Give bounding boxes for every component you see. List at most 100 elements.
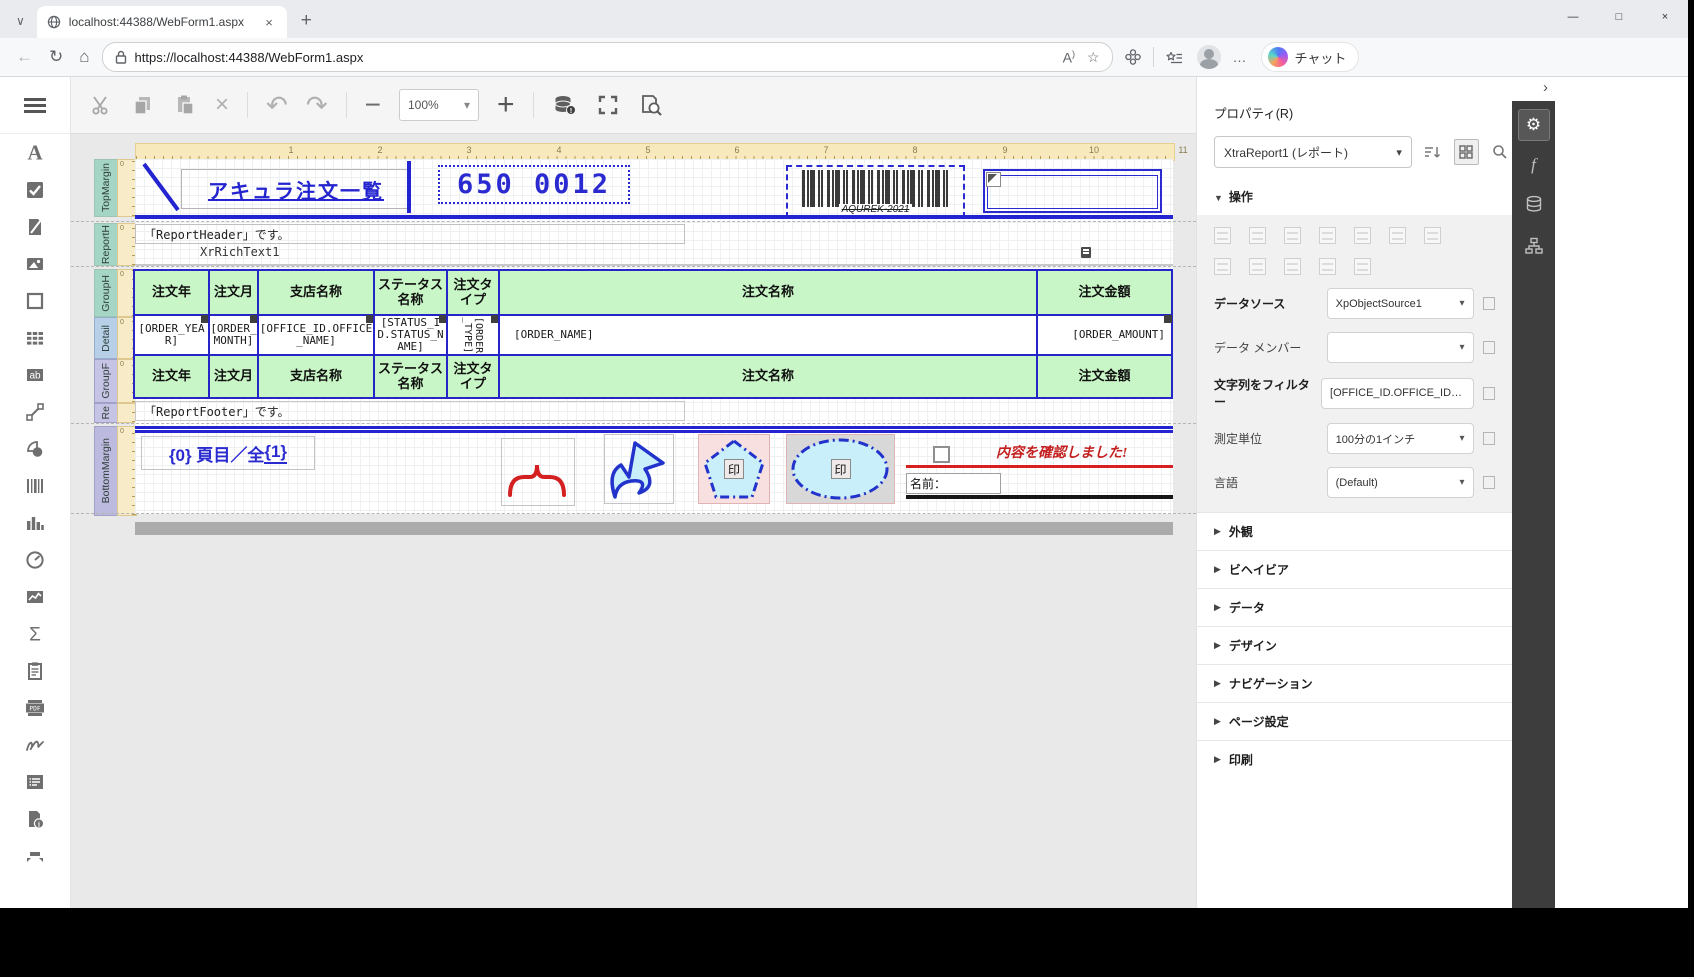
binding-tag-icon[interactable] <box>1164 315 1172 323</box>
toolbox-item-line[interactable] <box>0 393 70 430</box>
property-marker[interactable] <box>1483 432 1496 445</box>
toolbox-item-character-comb[interactable]: ab <box>0 356 70 393</box>
page-info-label[interactable]: {0} 頁目／全 {1} <box>141 436 315 470</box>
toolbox-item-cross-band-line[interactable] <box>0 837 70 874</box>
align-action-icon[interactable] <box>1354 258 1371 275</box>
sort-az-button[interactable] <box>1421 140 1445 164</box>
toolbox-item-signature[interactable] <box>0 726 70 763</box>
toolbox-item-checkbox[interactable] <box>0 171 70 208</box>
align-action-icon[interactable] <box>1214 258 1231 275</box>
footer-cell[interactable]: 注文名称 <box>498 354 1038 399</box>
measure-unit-select[interactable]: 100分の1インチ▾ <box>1327 423 1474 454</box>
favorite-star-icon[interactable]: ☆ <box>1087 49 1100 66</box>
band-report-footer[interactable]: Re <box>94 403 118 423</box>
cut-button[interactable] <box>89 93 113 117</box>
align-action-icon[interactable] <box>1214 227 1231 244</box>
report-footer-label[interactable]: 「ReportFooter」です。 <box>135 401 685 421</box>
tab-search-chevron-icon[interactable]: ∨ <box>16 14 25 28</box>
datamember-select[interactable]: ▾ <box>1327 332 1474 363</box>
search-icon[interactable] <box>1488 140 1512 164</box>
section-behavior[interactable]: ▶ビヘイビア <box>1197 550 1512 588</box>
red-underline[interactable] <box>906 465 1173 468</box>
validate-bindings-button[interactable]: ! <box>552 93 578 117</box>
collapse-panel-icon[interactable]: › <box>1543 79 1548 96</box>
picture-box-control[interactable] <box>983 169 1162 213</box>
align-action-icon[interactable] <box>1319 227 1336 244</box>
copilot-chat-button[interactable]: チャット <box>1261 42 1360 72</box>
toolbox-item-panel[interactable] <box>0 282 70 319</box>
align-action-icon[interactable] <box>1249 258 1266 275</box>
toolbox-item-shape[interactable] <box>0 430 70 467</box>
preview-button[interactable] <box>638 93 664 117</box>
double-rule-line[interactable] <box>135 426 1173 433</box>
language-select[interactable]: (Default)▾ <box>1327 467 1474 498</box>
align-action-icon[interactable] <box>1389 227 1406 244</box>
paste-button[interactable] <box>173 93 197 117</box>
zoom-in-button[interactable]: + <box>497 90 515 120</box>
footer-cell[interactable]: 注文年 <box>133 354 210 399</box>
section-design[interactable]: ▶デザイン <box>1197 626 1512 664</box>
smart-tag-icon[interactable] <box>1081 247 1091 258</box>
report-explorer-tab-icon[interactable] <box>1525 237 1543 255</box>
band-group-header[interactable]: GroupH <box>94 269 118 317</box>
filter-string-field[interactable]: [OFFICE_ID.OFFICE_ID] ... <box>1321 378 1474 409</box>
black-rule-line[interactable] <box>906 495 1173 499</box>
header-cell[interactable]: ステータス名称 <box>373 269 448 316</box>
tab-close-icon[interactable]: × <box>261 15 277 30</box>
align-action-icon[interactable] <box>1319 258 1336 275</box>
detail-cell[interactable]: [OFFICE_ID.OFFICE_NAME] <box>257 314 375 356</box>
maximize-button[interactable]: □ <box>1596 0 1642 34</box>
undo-button[interactable]: ↶ <box>266 92 288 118</box>
minimize-button[interactable]: — <box>1550 0 1596 34</box>
toolbox-item-pdf-content[interactable]: PDF <box>0 689 70 726</box>
toolbox-item-label[interactable]: A <box>0 134 70 171</box>
detail-cell[interactable]: [ORDER_NAME] <box>498 314 1038 356</box>
horizontal-scrollbar[interactable] <box>135 522 1173 535</box>
separator-line[interactable] <box>135 215 1173 219</box>
toolbox-item-picturebox[interactable] <box>0 245 70 282</box>
toolbox-item-page-info[interactable]: i <box>0 800 70 837</box>
back-icon[interactable]: ← <box>16 47 33 67</box>
band-report-header[interactable]: ReportH <box>94 223 118 266</box>
favorites-bar-icon[interactable] <box>1166 50 1183 65</box>
align-action-icon[interactable] <box>1249 227 1266 244</box>
property-marker[interactable] <box>1483 387 1495 400</box>
report-title-label[interactable]: アキュラ注文一覧 <box>181 169 411 209</box>
new-tab-button[interactable]: + <box>301 11 312 30</box>
footer-cell[interactable]: 注文月 <box>208 354 259 399</box>
header-cell[interactable]: 注文タイプ <box>446 269 500 316</box>
menu-button[interactable] <box>0 77 70 134</box>
toolbox-item-chart[interactable] <box>0 504 70 541</box>
element-selector[interactable]: XtraReport1 (レポート) ▾ <box>1214 136 1412 168</box>
category-view-button[interactable] <box>1454 139 1480 165</box>
expressions-tab-fx-icon[interactable]: f <box>1531 155 1536 175</box>
band-group-footer[interactable]: GroupF <box>94 359 118 403</box>
toolbox-item-page-break[interactable] <box>0 652 70 689</box>
arrow-shape[interactable] <box>604 434 674 504</box>
band-detail[interactable]: Detail <box>94 317 118 359</box>
toolbox-item-table[interactable] <box>0 319 70 356</box>
copy-button[interactable] <box>131 93 155 117</box>
barcode-control[interactable]: AQUREK-2021 <box>786 165 965 218</box>
section-data[interactable]: ▶データ <box>1197 588 1512 626</box>
footer-cell[interactable]: 注文金額 <box>1036 354 1173 399</box>
align-action-icon[interactable] <box>1424 227 1441 244</box>
actions-section-header[interactable]: ▼操作 <box>1214 188 1512 205</box>
name-field[interactable]: 名前： <box>906 473 1001 494</box>
checkbox-control[interactable] <box>933 446 950 463</box>
properties-tab-gear-icon[interactable]: ⚙ <box>1518 109 1550 141</box>
refresh-icon[interactable]: ↻ <box>49 47 63 67</box>
profile-avatar[interactable] <box>1197 45 1221 69</box>
band-top-margin[interactable]: TopMargin <box>94 159 118 217</box>
detail-cell[interactable]: [ORDER_YEAR] <box>133 314 210 356</box>
align-action-icon[interactable] <box>1354 227 1371 244</box>
header-cell[interactable]: 注文名称 <box>498 269 1038 316</box>
section-navigation[interactable]: ▶ナビゲーション <box>1197 664 1512 702</box>
read-aloud-icon[interactable]: A) <box>1063 49 1075 66</box>
brace-shape[interactable] <box>501 438 575 506</box>
toolbox-item-barcode[interactable] <box>0 467 70 504</box>
vertical-line-shape[interactable] <box>407 161 411 213</box>
toolbox-item-gauge[interactable] <box>0 541 70 578</box>
browser-tab[interactable]: localhost:44388/WebForm1.aspx × <box>37 6 287 38</box>
align-action-icon[interactable] <box>1284 258 1301 275</box>
